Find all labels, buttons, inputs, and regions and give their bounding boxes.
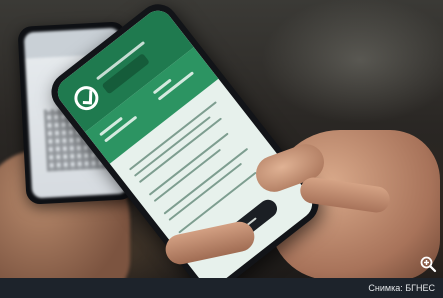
checkmark-icon bbox=[82, 90, 93, 105]
photo bbox=[0, 0, 443, 278]
photo-frame: Снимка: БГНЕС bbox=[0, 0, 443, 298]
photo-credit: Снимка: БГНЕС bbox=[368, 283, 435, 293]
photo-credit-bar: Снимка: БГНЕС bbox=[0, 278, 443, 298]
check-circle-icon bbox=[69, 81, 104, 115]
zoom-in-icon[interactable] bbox=[419, 255, 437, 273]
